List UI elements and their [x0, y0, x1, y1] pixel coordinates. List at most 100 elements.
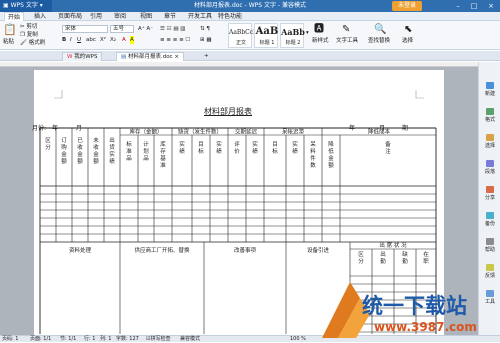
menu-insert[interactable]: 插入: [34, 12, 46, 21]
menu-view[interactable]: 视图: [140, 12, 152, 21]
table-column-header: 呆料件数: [310, 141, 316, 169]
table-column-header: 实绩: [252, 140, 258, 155]
table-column-header: 计划品: [143, 140, 149, 162]
text-tools-button[interactable]: 文字工具: [336, 37, 358, 45]
style-normal[interactable]: AaBbCcDd 正文: [228, 23, 262, 48]
bold-button[interactable]: B: [62, 36, 66, 44]
select-button[interactable]: 选择: [402, 37, 413, 45]
sidebar-item-select[interactable]: 选择: [479, 134, 500, 149]
table-column-header: 未收金额: [93, 136, 99, 165]
subscript-button[interactable]: X₂: [110, 36, 116, 44]
attendance-header: 出勤: [380, 250, 386, 265]
copy-button[interactable]: ❐ 复制: [20, 31, 38, 39]
bottom-section-label: 设备引进: [307, 246, 330, 254]
share-icon: [486, 186, 494, 193]
paste-icon[interactable]: 📋: [3, 24, 17, 36]
table-column-header: 目标: [198, 141, 204, 155]
sidebar-item-format[interactable]: 格式: [479, 108, 500, 123]
table-column-header: 库存基准: [160, 140, 166, 169]
cursor-icon: [486, 134, 494, 141]
table-group-header: 缺货（发生件数）: [178, 128, 222, 136]
menu-bar: 开始 插入 页面布局 引用 审阅 视图 章节 开发工具 特色功能: [0, 12, 500, 22]
underline-button[interactable]: U: [77, 36, 81, 44]
menu-section[interactable]: 章节: [164, 12, 176, 21]
font-size-select[interactable]: 五号: [110, 25, 134, 33]
bottom-section-label: 改善事项: [234, 246, 257, 254]
sidebar-item-feedback[interactable]: 反馈: [479, 264, 500, 279]
styles-more-icon[interactable]: ▾: [306, 29, 309, 37]
help-icon: [486, 238, 494, 245]
table-group-header: 呆帐迟滞: [282, 128, 305, 136]
format-painter-button[interactable]: 🖌 格式刷: [20, 39, 45, 47]
sidebar-item-backup[interactable]: 备份: [479, 212, 500, 227]
scissors-icon: ✂: [20, 24, 25, 30]
bottom-section-label: 资料处理: [69, 246, 92, 254]
table-column-header: 订购金额: [61, 137, 67, 165]
strikethrough-button[interactable]: abc: [86, 36, 96, 44]
new-tab-button[interactable]: +: [200, 52, 213, 61]
superscript-button[interactable]: X²: [100, 36, 106, 44]
table-column-header: 备注: [385, 140, 391, 155]
table-column-header: 标准品: [126, 140, 132, 162]
style-heading-1[interactable]: AaB 标题 1: [254, 23, 278, 48]
site-watermark: 统一下载站 www.3987.com: [316, 278, 500, 342]
table-column-header: 已收金额: [77, 137, 83, 165]
style-heading-2[interactable]: AaBb 标题 2: [280, 23, 305, 48]
new-doc-icon: [486, 82, 494, 89]
attendance-header: 缺勤: [402, 250, 408, 265]
minimize-button[interactable]: –: [452, 0, 464, 12]
table-column-header: 评价: [234, 140, 240, 155]
new-style-icon[interactable]: 🅰: [314, 24, 324, 35]
table-group-header: 交期延迟: [235, 128, 258, 136]
bullets-button[interactable]: ☰ ☷ ▤ ▥: [160, 25, 186, 33]
table-column-header: 降低金额: [328, 140, 334, 169]
borders-button[interactable]: ⊞ ▦: [200, 36, 212, 44]
font-color-button[interactable]: A: [122, 36, 126, 44]
highlight-button[interactable]: A: [130, 36, 134, 44]
menu-review[interactable]: 审阅: [114, 12, 126, 21]
find-replace-icon[interactable]: 🔍: [374, 24, 386, 35]
table-column-header: 实绩: [179, 140, 185, 155]
watermark-brand: 统一下载站: [362, 294, 467, 318]
table-column-header: 出货实绩: [109, 136, 115, 165]
window-title: 材料部月报表.doc - WPS 文字 - 兼容模式: [194, 2, 306, 9]
paste-button[interactable]: 粘贴: [3, 38, 14, 46]
app-menu-button[interactable]: ▣ WPS 文字 ▾: [0, 0, 52, 12]
select-icon[interactable]: ⬉: [404, 24, 412, 35]
table-column-header: 区分: [45, 137, 51, 151]
menu-references[interactable]: 引用: [90, 12, 102, 21]
menu-developer[interactable]: 开发工具: [188, 12, 212, 21]
find-replace-button[interactable]: 查找替换: [368, 37, 390, 45]
ribbon-toolbar: 📋 粘贴 ✂ 剪切 ❐ 复制 🖌 格式刷 宋体 五号 A⁺ A⁻ B I U a…: [0, 21, 500, 50]
sidebar-item-paragraph[interactable]: 段落: [479, 160, 500, 175]
alignment-buttons[interactable]: ≡ ≡ ≡ ≡ ☐: [160, 36, 190, 44]
bottom-section-label: 供应商工厂开拓、替换: [134, 246, 190, 254]
watermark-url: www.3987.com: [374, 320, 477, 334]
close-button[interactable]: ×: [485, 0, 497, 12]
font-name-select[interactable]: 宋体: [62, 25, 108, 33]
tab-my-wps[interactable]: W 我的WPS: [62, 52, 103, 61]
italic-button[interactable]: I: [70, 36, 72, 44]
menu-special[interactable]: 特色功能: [218, 12, 242, 21]
wps-logo-icon: ▣: [3, 2, 11, 9]
paragraph-icon: [486, 160, 494, 167]
brush-icon: 🖌: [20, 40, 27, 46]
grow-font-button[interactable]: A⁺ A⁻: [138, 25, 153, 33]
menu-page-layout[interactable]: 页面布局: [58, 12, 82, 21]
cut-button[interactable]: ✂ 剪切: [20, 23, 37, 31]
backup-icon: [486, 212, 494, 219]
attendance-header: 在职: [423, 250, 429, 265]
feedback-icon: [486, 264, 494, 271]
sort-button[interactable]: ⇅ ¶: [200, 25, 210, 33]
chevron-down-icon: ▾: [37, 2, 43, 9]
tab-document[interactable]: ▤ 材料部月报表.doc ×: [116, 52, 184, 61]
close-tab-icon[interactable]: ×: [173, 54, 179, 60]
login-button[interactable]: 未登录: [392, 1, 422, 11]
text-tools-icon[interactable]: ✎: [342, 24, 350, 35]
sidebar-item-help[interactable]: 帮助: [479, 238, 500, 253]
sidebar-item-new[interactable]: 新建: [479, 82, 500, 97]
new-style-button[interactable]: 新样式: [312, 37, 329, 45]
maximize-button[interactable]: □: [468, 0, 480, 12]
table-group-header: 降低成本: [368, 128, 391, 136]
sidebar-item-share[interactable]: 分享: [479, 186, 500, 201]
